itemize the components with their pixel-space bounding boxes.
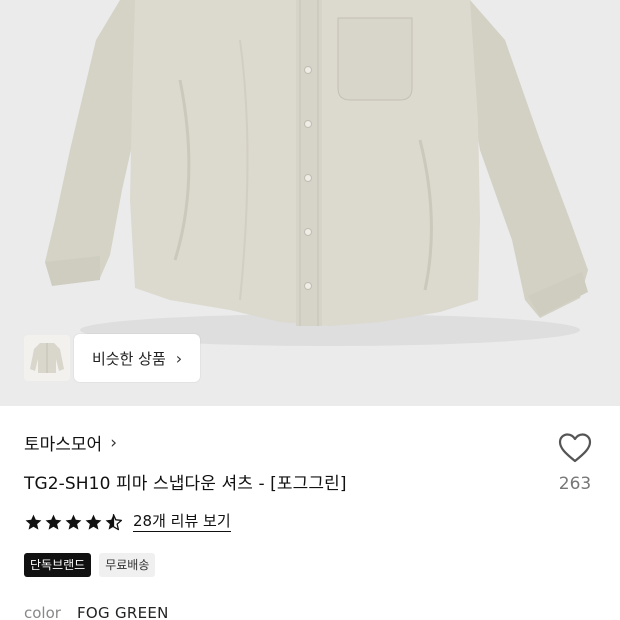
product-title: TG2-SH10 피마 스냅다운 셔츠 - [포그그린]	[24, 474, 347, 494]
review-link[interactable]: 28개 리뷰 보기	[133, 512, 231, 532]
exclusive-brand-badge: 단독브랜드	[24, 553, 92, 577]
color-row: color FOG GREEN	[24, 604, 169, 620]
free-shipping-badge: 무료배송	[99, 553, 156, 577]
similar-product-thumbnail[interactable]	[24, 335, 70, 381]
similar-products-button[interactable]: 비슷한 상품 ›	[74, 334, 201, 382]
brand-link[interactable]: 토마스모어 ›	[24, 430, 118, 456]
heart-icon	[558, 433, 592, 463]
product-page: 비슷한 상품 › 토마스모어 › TG2-SH10 피마 스냅다운 셔츠 - […	[0, 0, 620, 620]
star-rating	[24, 513, 123, 532]
color-value: FOG GREEN	[76, 604, 169, 620]
star-icon	[45, 514, 62, 530]
rating-row: 28개 리뷰 보기	[24, 512, 231, 532]
product-info: 토마스모어 › TG2-SH10 피마 스냅다운 셔츠 - [포그그린] 263…	[24, 406, 596, 620]
similar-products-label: 비슷한 상품	[92, 349, 166, 368]
star-icon	[65, 514, 82, 530]
star-icon	[85, 514, 102, 530]
like-count: 263	[558, 474, 592, 494]
star-half-icon	[105, 513, 123, 530]
chevron-right-icon: ›	[175, 348, 183, 368]
like-button[interactable]: 263	[554, 432, 596, 494]
star-icon	[25, 514, 42, 530]
similar-products-bar: 비슷한 상품 ›	[24, 334, 201, 382]
chevron-right-icon: ›	[110, 432, 118, 453]
color-label: color	[24, 604, 61, 620]
shirt-thumbnail-image	[24, 335, 70, 381]
product-image[interactable]: 비슷한 상품 ›	[0, 0, 620, 406]
badge-list: 단독브랜드 무료배송	[24, 553, 156, 577]
brand-name: 토마스모어	[24, 435, 103, 455]
